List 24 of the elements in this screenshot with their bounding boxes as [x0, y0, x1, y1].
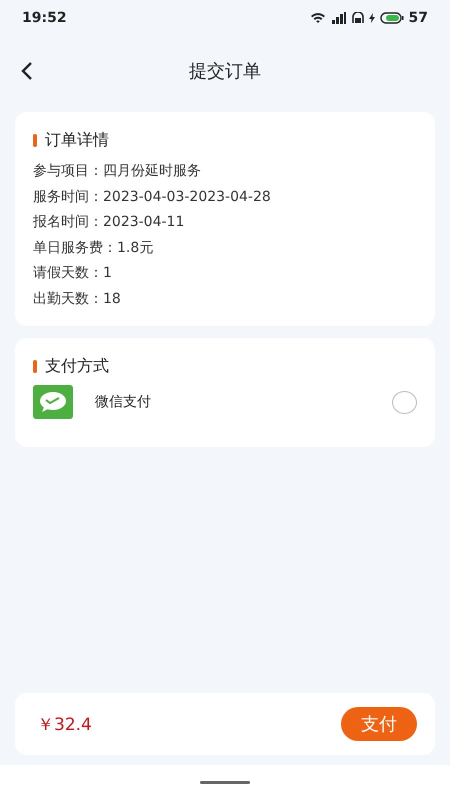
detail-row-text: 服务时间：2023-04-03-2023-04-28 — [33, 188, 272, 206]
detail-row-text: 出勤天数：18 — [33, 290, 122, 308]
detail-row-text: 请假天数：1 — [33, 264, 113, 283]
battery-icon — [380, 12, 404, 24]
detail-row-text: 参与项目：四月份延时服务 — [33, 162, 202, 181]
chat-bubble-icon — [33, 385, 73, 419]
section-title: 支付方式 — [45, 356, 109, 377]
signal-icon — [330, 12, 347, 24]
charging-icon — [368, 13, 375, 23]
accent-bar — [33, 360, 37, 373]
detail-row-text: 单日服务费：1.8元 — [33, 238, 154, 258]
page-title: 提交订单 — [189, 60, 261, 83]
back-icon[interactable] — [20, 61, 34, 81]
total-price: ￥32.4 — [37, 714, 92, 736]
detail-row-text: 报名时间：2023-04-11 — [33, 213, 186, 232]
battery-level: 57 — [408, 10, 428, 26]
home-indicator[interactable] — [200, 781, 250, 784]
section-title: 订单详情 — [45, 130, 109, 151]
payment-label: 微信支付 — [95, 393, 152, 411]
wifi-icon — [310, 12, 326, 24]
accent-bar — [33, 134, 37, 147]
pay-button[interactable]: 支付 — [341, 707, 417, 741]
radio-button[interactable] — [392, 390, 417, 414]
status-time: 19:52 — [22, 10, 67, 26]
